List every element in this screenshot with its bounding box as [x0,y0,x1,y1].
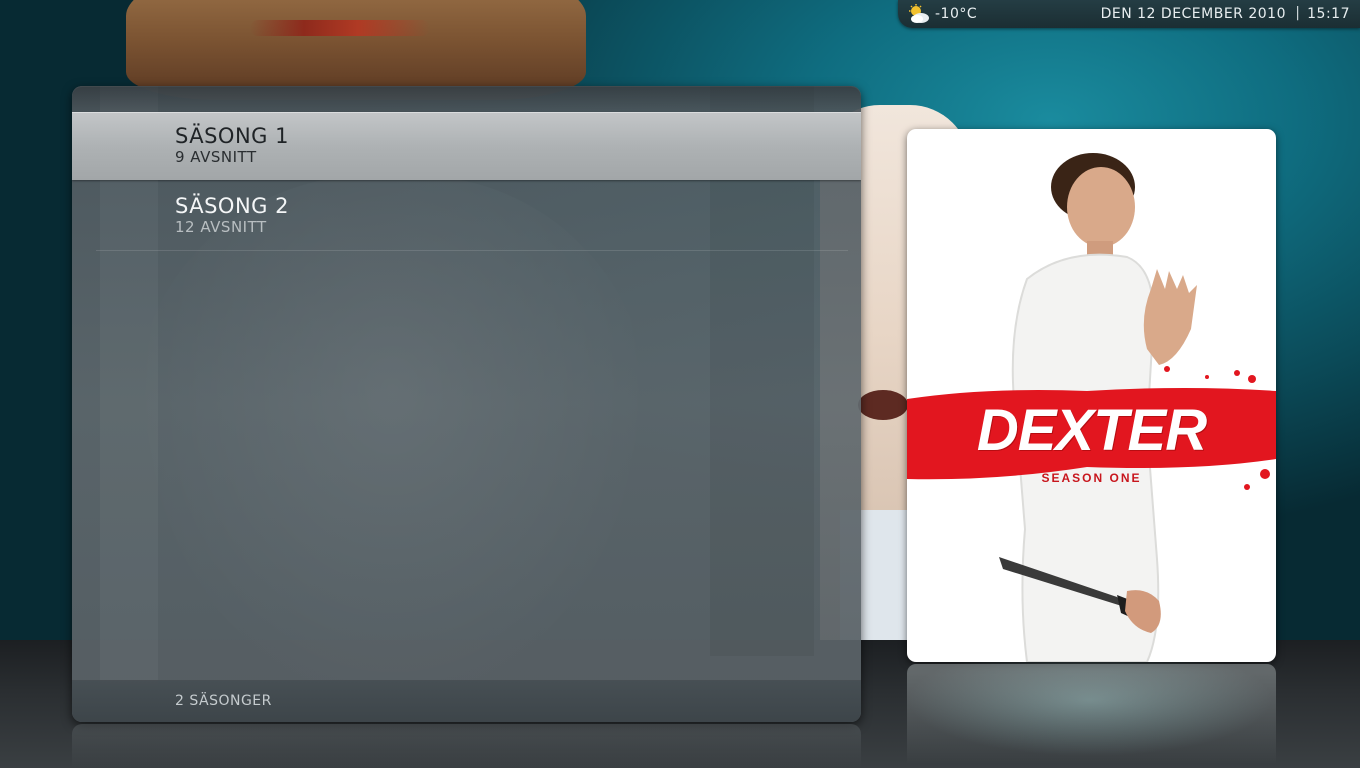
episode-count: 12 AVSNITT [175,218,267,236]
season-list-item-selected[interactable]: SÄSONG 1 9 AVSNITT [72,112,861,180]
clock: 15:17 [1307,6,1350,22]
fanart-background [126,0,586,100]
fanart-detail [250,20,430,36]
panel-reflection [72,724,861,768]
status-bar: -10°C DEN 12 DECEMBER 2010 | 15:17 [898,0,1360,28]
media-center-screen: -10°C DEN 12 DECEMBER 2010 | 15:17 SÄSON… [0,0,1360,768]
date-readout: DEN 12 DECEMBER 2010 [1100,6,1286,22]
season-count-label: 2 SÄSONGER [175,693,272,709]
panel-background-art [132,176,652,716]
episode-count: 9 AVSNITT [175,148,257,166]
poster-reflection [907,664,1276,764]
poster-title: DEXTER [976,398,1207,463]
season-title: SÄSONG 1 [175,124,289,148]
season-list-panel: SÄSONG 1 9 AVSNITT SÄSONG 2 12 AVSNITT 2… [72,86,861,722]
panel-header-strip [72,86,861,112]
poster-subtitle: SEASON ONE [1041,471,1142,485]
partly-cloudy-icon [908,4,930,24]
season-list-item[interactable]: SÄSONG 2 12 AVSNITT [96,182,848,251]
poster-artwork [907,153,1276,662]
season-poster: DEXTER SEASON ONE [907,129,1276,662]
temperature-readout: -10°C [935,6,978,22]
separator: | [1295,5,1300,21]
fanart-detail [858,390,908,420]
panel-footer: 2 SÄSONGER [72,680,861,722]
season-title: SÄSONG 2 [175,194,289,218]
